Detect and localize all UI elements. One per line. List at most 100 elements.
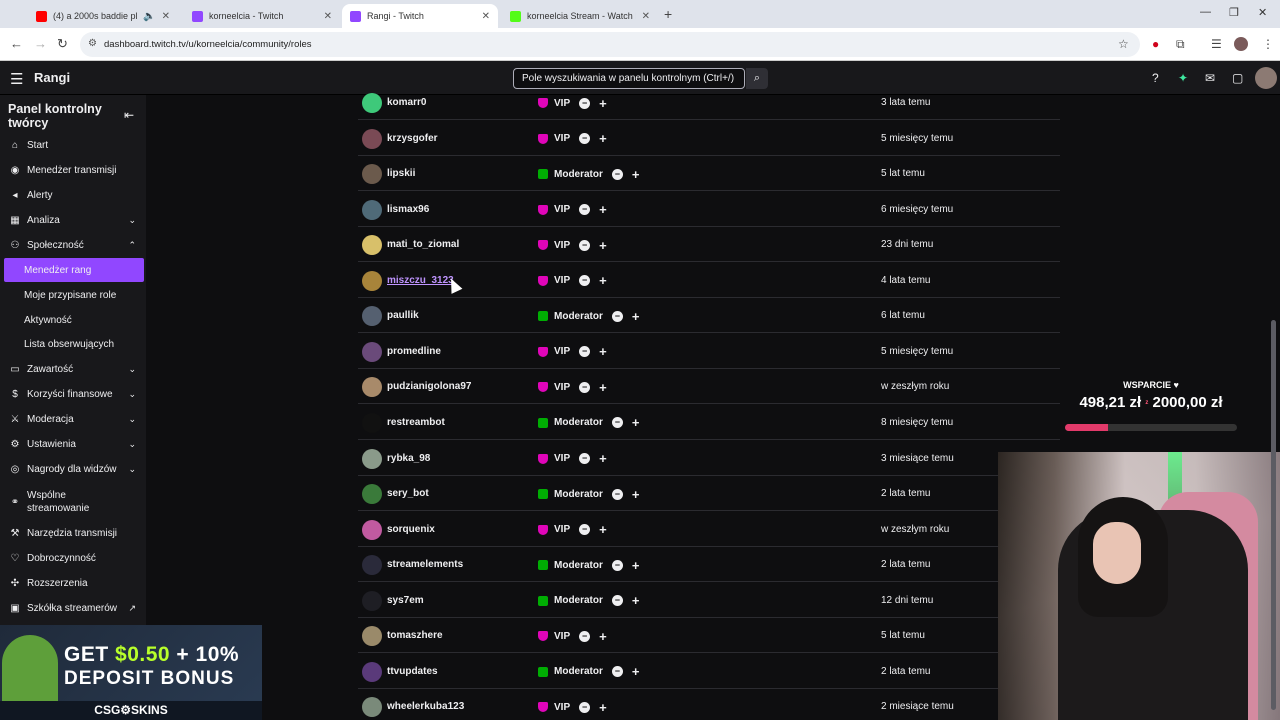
sidebar-item-viewer-rewards[interactable]: ◎ Nagrody dla widzów ⌄: [4, 457, 144, 481]
username-link[interactable]: rybka_98: [387, 453, 430, 464]
restore-icon[interactable]: ❐: [1229, 6, 1239, 19]
inbox-icon[interactable]: ✉: [1205, 71, 1215, 85]
remove-role-button[interactable]: −: [579, 381, 591, 393]
username-link[interactable]: sery_bot: [387, 488, 429, 499]
user-avatar[interactable]: [1255, 67, 1277, 89]
site-settings-icon[interactable]: ⚙: [88, 38, 97, 49]
add-role-button[interactable]: +: [599, 131, 607, 146]
remove-role-button[interactable]: −: [611, 417, 623, 429]
sidebar-item-collab[interactable]: ⚭ Wspólne streamowanie: [4, 487, 144, 517]
browser-tab-rangi[interactable]: Rangi - Twitch ✕: [342, 4, 498, 28]
remove-role-button[interactable]: −: [579, 133, 591, 145]
username-link[interactable]: mati_to_ziomal: [387, 239, 459, 250]
close-tab-icon[interactable]: ✕: [324, 11, 332, 22]
remove-role-button[interactable]: −: [579, 97, 591, 109]
remove-role-button[interactable]: −: [579, 204, 591, 216]
avatar[interactable]: [362, 270, 382, 291]
add-role-button[interactable]: +: [599, 629, 607, 644]
add-role-button[interactable]: +: [599, 202, 607, 217]
avatar[interactable]: [362, 697, 382, 718]
sparkle-icon[interactable]: ✦: [1178, 71, 1188, 85]
username-link[interactable]: streamelements: [387, 559, 463, 570]
back-icon[interactable]: ←: [10, 36, 23, 51]
new-tab-button[interactable]: +: [664, 6, 672, 22]
avatar[interactable]: [362, 377, 382, 398]
whispers-icon[interactable]: ▢: [1232, 71, 1243, 85]
sidebar-item-content[interactable]: ▭ Zawartość ⌄: [4, 357, 144, 381]
sidebar-item-stream-manager[interactable]: ◉ Menedżer transmisji: [4, 158, 144, 182]
username-link[interactable]: tomaszhere: [387, 630, 443, 641]
avatar[interactable]: [362, 306, 382, 327]
add-role-button[interactable]: +: [632, 415, 640, 430]
username-link[interactable]: sys7em: [387, 595, 424, 606]
remove-role-button[interactable]: −: [579, 453, 591, 464]
sidebar-item-activity[interactable]: Aktywność: [4, 308, 144, 332]
forward-icon[interactable]: →: [34, 36, 47, 51]
sidebar-item-alerts[interactable]: ◂ Alerty: [4, 183, 144, 207]
browser-tab-kick[interactable]: korneelcia Stream - Watch Live ✕: [502, 4, 658, 28]
avatar[interactable]: [362, 484, 382, 505]
remove-role-button[interactable]: −: [611, 488, 623, 500]
add-role-button[interactable]: +: [599, 96, 607, 111]
avatar[interactable]: [362, 412, 382, 433]
menu-icon[interactable]: ☰: [10, 70, 23, 88]
collapse-sidebar-icon[interactable]: ⇤: [124, 108, 134, 122]
add-role-button[interactable]: +: [599, 700, 607, 715]
close-tab-icon[interactable]: ✕: [482, 11, 490, 22]
username-link[interactable]: lismax96: [387, 204, 429, 215]
remove-role-button[interactable]: −: [611, 168, 623, 180]
add-role-button[interactable]: +: [599, 344, 607, 359]
remove-role-button[interactable]: −: [579, 346, 591, 358]
puzzle-icon[interactable]: ⧉: [1176, 37, 1185, 52]
avatar[interactable]: [362, 590, 382, 611]
remove-role-button[interactable]: −: [579, 524, 591, 536]
avatar[interactable]: [362, 164, 382, 185]
sidebar-item-followers[interactable]: Lista obserwujących: [4, 332, 144, 356]
close-tab-icon[interactable]: ✕: [642, 11, 650, 22]
username-link[interactable]: pudzianigolona97: [387, 381, 471, 392]
avatar[interactable]: [362, 128, 382, 149]
add-role-button[interactable]: +: [632, 593, 640, 608]
help-icon[interactable]: ?: [1152, 71, 1159, 85]
avatar[interactable]: [362, 93, 382, 113]
profile-avatar[interactable]: [1234, 37, 1248, 51]
reading-list-icon[interactable]: ☰: [1211, 37, 1222, 51]
add-role-button[interactable]: +: [632, 309, 640, 324]
sidebar-item-moderation[interactable]: ⚔ Moderacja ⌄: [4, 407, 144, 431]
sidebar-item-extensions[interactable]: ✣ Rozszerzenia: [4, 571, 144, 595]
sidebar-item-creator-camp[interactable]: ▣ Szkółka streamerów ↗: [4, 596, 144, 620]
remove-role-button[interactable]: −: [611, 310, 623, 322]
ad-banner[interactable]: GET $0.50 + 10% DEPOSIT BONUS CSG⚙SKINS: [0, 625, 262, 720]
username-link[interactable]: ttvupdates: [387, 666, 438, 677]
add-role-button[interactable]: +: [632, 167, 640, 182]
close-window-icon[interactable]: ✕: [1258, 6, 1267, 19]
sidebar-item-settings[interactable]: ⚙ Ustawienia ⌄: [4, 432, 144, 456]
more-menu-icon[interactable]: ⋮: [1262, 37, 1274, 51]
add-role-button[interactable]: +: [599, 522, 607, 537]
add-role-button[interactable]: +: [632, 664, 640, 679]
add-role-button[interactable]: +: [632, 558, 640, 573]
scrollbar[interactable]: [1271, 320, 1276, 710]
username-link[interactable]: paullik: [387, 310, 419, 321]
sidebar-item-my-roles[interactable]: Moje przypisane role: [4, 283, 144, 307]
avatar[interactable]: [362, 341, 382, 362]
sidebar-item-analytics[interactable]: ▦ Analiza ⌄: [4, 208, 144, 232]
remove-role-button[interactable]: −: [579, 630, 591, 642]
browser-tab-korneelcia[interactable]: korneelcia - Twitch ✕: [184, 4, 340, 28]
username-link[interactable]: krzysgofer: [387, 133, 438, 144]
remove-role-button[interactable]: −: [611, 666, 623, 678]
sidebar-item-community[interactable]: ⚇ Społeczność ⌃: [4, 233, 144, 257]
remove-role-button[interactable]: −: [611, 595, 623, 607]
reload-icon[interactable]: ↻: [57, 36, 68, 52]
add-role-button[interactable]: +: [599, 273, 607, 288]
avatar[interactable]: [362, 626, 382, 647]
avatar[interactable]: [362, 199, 382, 220]
username-link[interactable]: komarr0: [387, 97, 426, 108]
avatar[interactable]: [362, 448, 382, 469]
address-bar[interactable]: ⚙ dashboard.twitch.tv/u/korneelcia/commu…: [80, 32, 1140, 57]
avatar[interactable]: [362, 235, 382, 256]
sidebar-item-charity[interactable]: ♡ Dobroczynność: [4, 546, 144, 570]
add-role-button[interactable]: +: [599, 451, 607, 466]
remove-role-button[interactable]: −: [579, 239, 591, 251]
sidebar-item-roles-manager[interactable]: Menedżer rang: [4, 258, 144, 282]
